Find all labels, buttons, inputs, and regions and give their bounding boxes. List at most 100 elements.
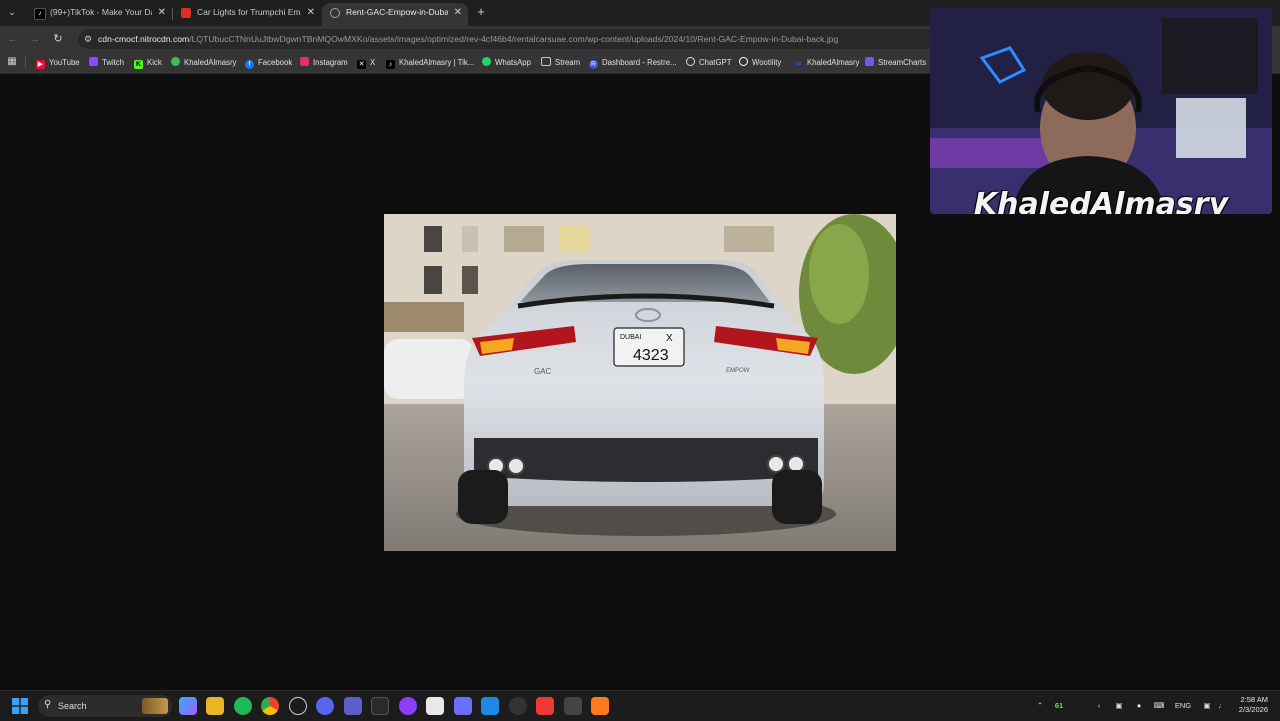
clock-time: 2:58 AM [1240,695,1268,704]
bookmark-facebook[interactable]: f Facebook [245,52,292,73]
bookmark-label: Instagram [313,58,348,67]
back-arrow-icon[interactable]: ← [5,31,21,47]
clock-date: 2/3/2026 [1238,705,1268,714]
gamepad-icon[interactable] [454,697,472,715]
file-explorer-icon[interactable] [206,697,224,715]
khaled-leaf-icon [171,57,180,66]
network-icon[interactable]: ▣ [1200,691,1214,721]
bookmark-wootility[interactable]: Wootility [739,52,781,73]
webcam-feed [930,8,1272,214]
bookmark-khaledalmasry[interactable]: KhaledAlmasry [171,52,236,73]
bookmark-instagram[interactable]: Instagram [300,52,348,73]
bookmark-label: Dashboard - Restre... [602,58,677,67]
keyboard-icon[interactable]: ⌨ [1152,691,1166,721]
streamcharts-icon [865,57,874,66]
meta-icon: ∞ [795,58,802,68]
close-icon[interactable]: ✕ [454,3,462,22]
bookmark-label: Kick [147,58,162,67]
bookmark-restream[interactable]: R Dashboard - Restre... [589,52,677,73]
badge-brand: GAC [534,367,552,376]
forward-arrow-icon[interactable]: → [27,31,43,47]
media-app-icon[interactable] [371,697,389,715]
spotify-icon[interactable] [234,697,252,715]
obs-icon[interactable] [509,697,527,715]
url-path: /LQTUbucCTNnUuJtbwDgwnTBnMQOwMXKo/assets… [189,34,839,44]
reload-icon[interactable]: ↻ [50,31,66,47]
apps-grid-icon[interactable]: ▦ [6,56,18,68]
chrome-icon[interactable] [261,697,279,715]
whatsapp-icon [482,57,491,66]
vivaldi-icon[interactable] [536,697,554,715]
close-icon[interactable]: ✕ [158,3,166,22]
bookmark-khaledalmasry-meta[interactable]: ∞ KhaledAlmasry [794,52,859,73]
calculator-icon[interactable] [426,697,444,715]
address-bar[interactable]: ⚙ cdn-cmocf.nitrocdn.com/LQTUbucCTNnUuJt… [78,29,938,49]
folder-icon [541,57,551,66]
store-icon[interactable] [481,697,499,715]
grid-app-icon[interactable] [344,697,362,715]
volume-icon[interactable]: ♩ [1215,691,1229,721]
windows-start-icon[interactable] [12,698,28,714]
bookmark-label: ChatGPT [699,58,732,67]
tray-back-icon[interactable]: ‹ [1092,691,1106,721]
bookmark-label: KhaledAlmasry [184,58,237,67]
tray-game-icon[interactable]: ▣ [1112,691,1126,721]
streamer-name: KhaledAlmasry [973,187,1229,214]
bookmark-label: Wootility [752,58,782,67]
tab-car-lights[interactable]: Car Lights for Trumpchi Empow ✕ [173,3,321,26]
clock-app-icon[interactable] [289,697,307,715]
bookmark-label: KhaledAlmasry [807,58,860,67]
tab-title: Car Lights for Trumpchi Empow [197,7,301,17]
globe-icon [330,8,340,18]
restream-icon: R [589,60,598,69]
tiktok-icon: ♪ [386,60,395,69]
new-tab-button[interactable]: + [474,5,488,19]
bookmark-x[interactable]: ✕ X [357,52,375,73]
x-icon: ✕ [357,60,366,69]
bookmark-youtube[interactable]: ▶ YouTube [36,52,80,73]
car-rear-photo[interactable]: DUBAI X 4323 GAC EMPOW [384,214,896,551]
plate-city: DUBAI [620,334,641,341]
car-lights-site-icon [181,8,191,18]
tab-tiktok[interactable]: ♪ (99+)TikTok - Make Your Day ✕ [26,3,172,26]
close-icon[interactable]: ✕ [307,3,315,22]
bookmark-whatsapp[interactable]: WhatsApp [482,52,531,73]
taskbar-search[interactable]: ⚲ Search [38,695,172,717]
tab-search-chevron-icon[interactable]: ⌄ [4,5,20,21]
microphone-icon[interactable]: ● [1132,691,1146,721]
copilot-icon[interactable] [179,697,197,715]
terminal-icon[interactable] [564,697,582,715]
tab-title: Rent-GAC-Empow-in-Dubai-ba [346,7,448,17]
search-highlight-icon [142,698,168,714]
discord-icon[interactable] [316,697,334,715]
chatgpt-icon [686,57,695,66]
tab-rent-gac-empow[interactable]: Rent-GAC-Empow-in-Dubai-ba ✕ [322,3,468,26]
youtube-icon: ▶ [36,60,45,69]
webcam-overlay: KhaledAlmasry [930,8,1272,214]
bookmark-label: KhaledAlmasry | Tik... [399,58,475,67]
bookmark-khaledalmasry-tiktok[interactable]: ♪ KhaledAlmasry | Tik... [386,52,474,73]
bookmark-stream-folder[interactable]: Stream [541,52,580,73]
bookmark-chatgpt[interactable]: ChatGPT [686,52,732,73]
plate-letter: X [666,333,673,344]
kick-icon: K [134,60,143,69]
tray-battery-level[interactable]: 61 [1050,691,1068,721]
bookmarks-separator [25,56,26,68]
bookmark-label: WhatsApp [495,58,531,67]
bookmark-label: Stream [555,58,581,67]
bookmark-twitch[interactable]: Twitch [89,52,124,73]
orange-app-icon[interactable] [591,697,609,715]
tray-overflow-chevron-icon[interactable]: ⌃ [1034,691,1046,721]
badge-model: EMPOW [726,368,751,374]
url-host: cdn-cmocf.nitrocdn.com [98,34,190,44]
bookmark-label: X [370,58,376,67]
bookmark-streamcharts[interactable]: StreamCharts [865,52,926,73]
gac-empow-rear-view: DUBAI X 4323 GAC EMPOW [384,214,896,551]
taskbar-clock[interactable]: 2:58 AM 2/3/2026 [1228,695,1268,715]
site-info-icon[interactable]: ⚙ [82,33,94,45]
bookmark-kick[interactable]: K Kick [134,52,162,73]
bookmark-label: YouTube [49,58,80,67]
purple-app-icon[interactable] [399,697,417,715]
address-url[interactable]: cdn-cmocf.nitrocdn.com/LQTUbucCTNnUuJtbw… [98,29,838,49]
language-indicator[interactable]: ENG [1172,691,1194,721]
